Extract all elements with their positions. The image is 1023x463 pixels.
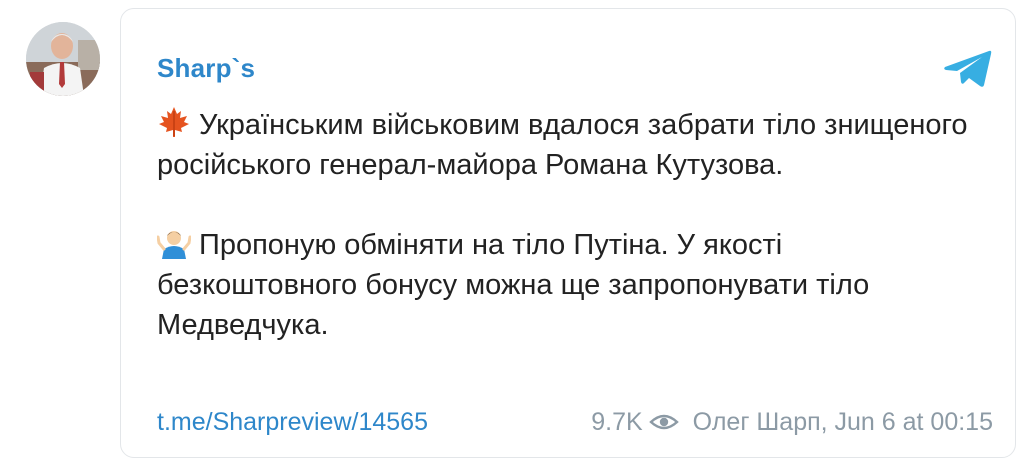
post-meta: 9.7K Олег Шарп, Jun 6 at 00:15 bbox=[591, 405, 993, 439]
avatar-image bbox=[26, 22, 100, 96]
message-paragraph-1: Українським військовим вдалося забрати т… bbox=[157, 105, 977, 185]
telegram-post-widget: Sharp`s Українським військовим вдалося з… bbox=[0, 0, 1023, 463]
post-card: Sharp`s Українським військовим вдалося з… bbox=[120, 8, 1016, 458]
message-text-2: Пропоную обміняти на тіло Путіна. У якос… bbox=[157, 229, 870, 341]
message-text-1: Українським військовим вдалося забрати т… bbox=[157, 109, 968, 181]
eye-icon bbox=[648, 414, 679, 430]
views-count: 9.7K bbox=[591, 408, 643, 436]
telegram-logo-icon[interactable] bbox=[943, 49, 993, 89]
post-footer: t.me/Sharpreview/14565 9.7K Олег Шарп, J… bbox=[157, 405, 993, 439]
channel-avatar[interactable] bbox=[26, 22, 100, 96]
channel-name-link[interactable]: Sharp`s bbox=[157, 53, 255, 84]
post-message: Українським військовим вдалося забрати т… bbox=[157, 105, 977, 345]
author-date: Олег Шарп, Jun 6 at 00:15 bbox=[692, 408, 993, 436]
maple-leaf-icon bbox=[159, 107, 189, 137]
shrugging-person-icon bbox=[157, 231, 191, 259]
message-paragraph-2: Пропоную обміняти на тіло Путіна. У якос… bbox=[157, 225, 977, 345]
post-link[interactable]: t.me/Sharpreview/14565 bbox=[157, 405, 428, 439]
